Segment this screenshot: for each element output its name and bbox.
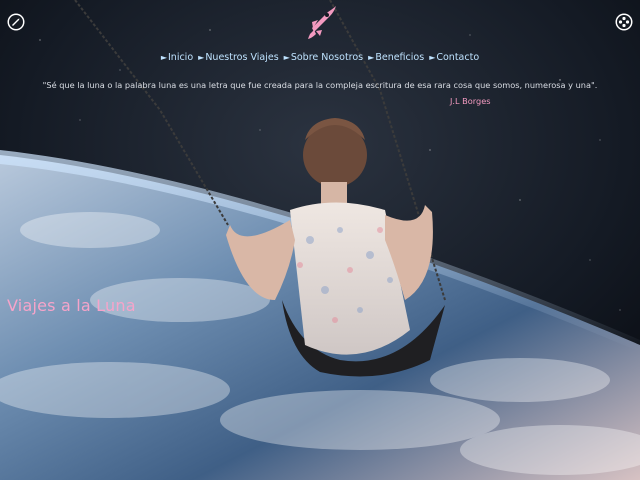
main-nav: ►Inicio ►Nuestros Viajes ►Sobre Nosotros… bbox=[0, 52, 640, 63]
rocket-icon[interactable] bbox=[304, 4, 338, 40]
nav-item-label: Inicio bbox=[168, 52, 194, 63]
arrow-right-icon: ► bbox=[160, 53, 167, 62]
arrow-right-icon: ► bbox=[429, 53, 436, 62]
nav-item-beneficios[interactable]: ►Beneficios bbox=[368, 52, 424, 63]
background-scene bbox=[0, 0, 640, 480]
nav-item-label: Beneficios bbox=[375, 52, 425, 63]
nav-item-inicio[interactable]: ►Inicio bbox=[161, 52, 193, 63]
quote-author: J.L Borges bbox=[450, 96, 491, 106]
nav-item-sobre-nosotros[interactable]: ►Sobre Nosotros bbox=[284, 52, 363, 63]
quote-text: "Sé que la luna o la palabra luna es una… bbox=[42, 80, 598, 90]
page-title: Viajes a la Luna bbox=[7, 296, 136, 315]
arrow-right-icon: ► bbox=[368, 53, 375, 62]
nav-item-label: Sobre Nosotros bbox=[290, 52, 364, 63]
arrow-right-icon: ► bbox=[198, 53, 205, 62]
nav-item-label: Contacto bbox=[436, 52, 480, 63]
arrow-right-icon: ► bbox=[283, 53, 290, 62]
nav-item-label: Nuestros Viajes bbox=[205, 52, 279, 63]
moon-rocket-icon[interactable] bbox=[7, 13, 25, 31]
menu-icon[interactable] bbox=[615, 13, 633, 31]
nav-item-nuestros-viajes[interactable]: ►Nuestros Viajes bbox=[198, 52, 278, 63]
nav-item-contacto[interactable]: ►Contacto bbox=[429, 52, 479, 63]
